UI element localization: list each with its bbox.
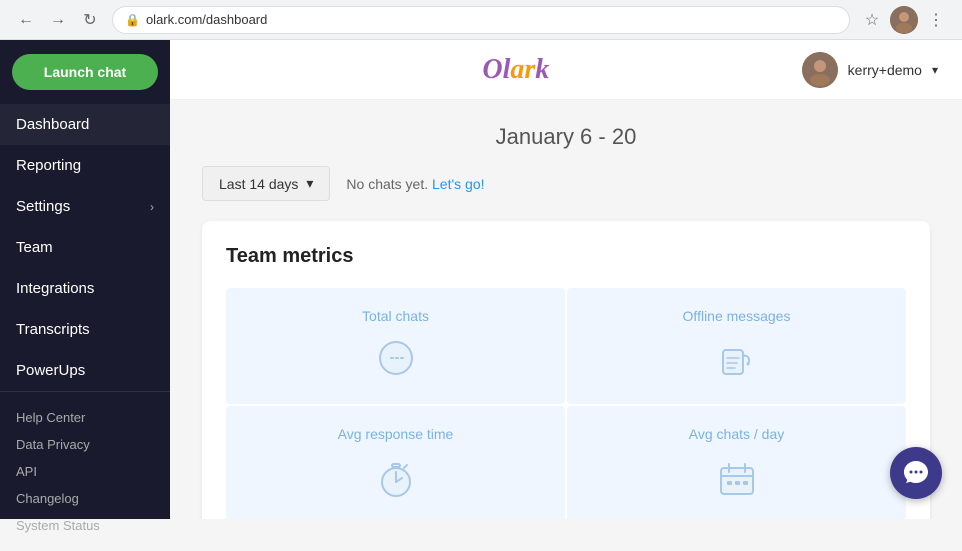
sidebar-item-settings[interactable]: Settings ›: [0, 186, 170, 227]
sidebar-footer-system-status[interactable]: System Status: [0, 512, 170, 539]
refresh-button[interactable]: ↻: [76, 6, 104, 34]
sidebar-item-label: Integrations: [16, 280, 94, 297]
calendar-icon: [713, 454, 761, 502]
sidebar: Launch chat Dashboard Reporting Settings…: [0, 40, 170, 519]
no-chats-label: No chats yet.: [346, 176, 428, 192]
date-filter-label: Last 14 days: [219, 176, 298, 192]
metric-total-chats: Total chats: [226, 288, 565, 404]
sidebar-item-reporting[interactable]: Reporting: [0, 145, 170, 186]
chat-bubble-icon: [372, 336, 420, 384]
olark-logo: Olark: [482, 54, 549, 86]
url-text: olark.com/dashboard: [146, 12, 267, 27]
metrics-title: Team metrics: [226, 245, 906, 268]
top-bar: Olark kerry+demo ▾: [170, 40, 962, 100]
offline-message-icon: [713, 336, 761, 384]
launch-chat-button[interactable]: Launch chat: [12, 54, 158, 90]
sidebar-footer-changelog[interactable]: Changelog: [0, 485, 170, 512]
sidebar-item-label: Settings: [16, 198, 70, 215]
metric-avg-response-time: Avg response time: [226, 406, 565, 519]
metric-avg-chats-day: Avg chats / day: [567, 406, 906, 519]
sidebar-footer-api[interactable]: API: [0, 458, 170, 485]
user-section: kerry+demo ▾: [802, 52, 938, 88]
filter-bar: Last 14 days ▾ No chats yet. Let's go!: [202, 166, 930, 201]
chat-support-fab[interactable]: [890, 447, 942, 499]
forward-button[interactable]: →: [44, 6, 72, 34]
lets-go-link[interactable]: Let's go!: [432, 176, 485, 192]
sidebar-item-label: PowerUps: [16, 362, 85, 379]
avg-response-time-label: Avg response time: [338, 426, 454, 442]
sidebar-footer-help-center[interactable]: Help Center: [0, 404, 170, 431]
timer-icon: [372, 454, 420, 502]
sidebar-item-label: Transcripts: [16, 321, 90, 338]
sidebar-item-label: Dashboard: [16, 116, 89, 133]
dropdown-arrow-icon[interactable]: ▾: [932, 63, 938, 77]
date-range-header: January 6 - 20: [202, 124, 930, 150]
avg-chats-day-label: Avg chats / day: [689, 426, 784, 442]
username-label: kerry+demo: [848, 62, 922, 78]
offline-messages-label: Offline messages: [683, 308, 791, 324]
sidebar-footer-data-privacy[interactable]: Data Privacy: [0, 431, 170, 458]
browser-chrome: ← → ↻ 🔒 olark.com/dashboard ☆ ⋮: [0, 0, 962, 40]
sidebar-nav: Dashboard Reporting Settings › Team Inte…: [0, 104, 170, 391]
sidebar-item-label: Team: [16, 239, 53, 256]
chevron-right-icon: ›: [150, 200, 154, 214]
nav-buttons: ← → ↻: [12, 6, 104, 34]
lock-icon: 🔒: [125, 13, 140, 27]
metrics-card: Team metrics Total chats: [202, 221, 930, 519]
main-content: Olark kerry+demo ▾ January 6 - 20 L: [170, 40, 962, 519]
menu-button[interactable]: ⋮: [922, 6, 950, 34]
browser-actions: ☆ ⋮: [858, 6, 950, 34]
content-area: January 6 - 20 Last 14 days ▾ No chats y…: [170, 100, 962, 519]
sidebar-item-team[interactable]: Team: [0, 227, 170, 268]
date-filter-button[interactable]: Last 14 days ▾: [202, 166, 330, 201]
back-button[interactable]: ←: [12, 6, 40, 34]
sidebar-item-label: Reporting: [16, 157, 81, 174]
address-bar[interactable]: 🔒 olark.com/dashboard: [112, 6, 850, 34]
metric-offline-messages: Offline messages: [567, 288, 906, 404]
sidebar-item-powerups[interactable]: PowerUps: [0, 350, 170, 391]
browser-user-avatar: [890, 6, 918, 34]
sidebar-item-transcripts[interactable]: Transcripts: [0, 309, 170, 350]
sidebar-item-dashboard[interactable]: Dashboard: [0, 104, 170, 145]
bookmark-button[interactable]: ☆: [858, 6, 886, 34]
no-chats-text: No chats yet. Let's go!: [346, 176, 484, 192]
user-avatar: [802, 52, 838, 88]
total-chats-label: Total chats: [362, 308, 429, 324]
filter-dropdown-icon: ▾: [306, 175, 313, 192]
sidebar-item-integrations[interactable]: Integrations: [0, 268, 170, 309]
sidebar-footer: Help Center Data Privacy API Changelog S…: [0, 391, 170, 551]
metrics-grid: Total chats O: [226, 288, 906, 519]
